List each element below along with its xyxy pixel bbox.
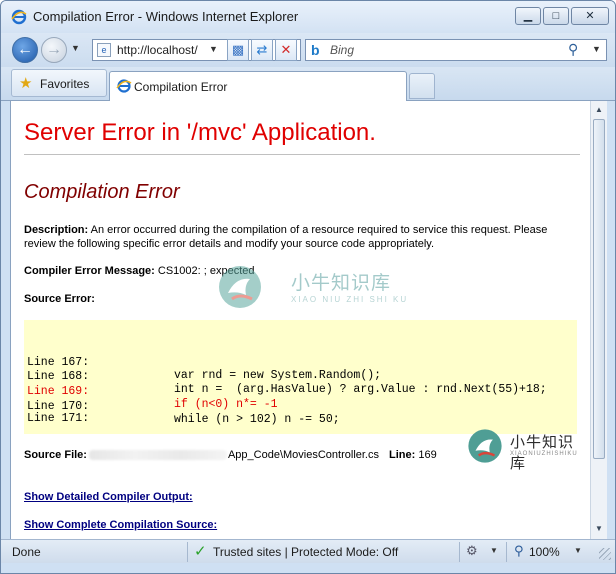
search-box[interactable]: b Bing ⚲ ▼ [305, 39, 607, 61]
status-divider [459, 542, 460, 562]
watermark-corner-text-en: XIAONIUZHISHIKU [510, 451, 578, 457]
manage-addons-icon[interactable]: ⚙ [466, 543, 478, 559]
divider [24, 154, 580, 155]
checkmark-icon: ✓ [194, 543, 207, 560]
bing-icon: b [311, 42, 320, 58]
forward-button[interactable]: → [41, 37, 67, 63]
browser-window: Compilation Error - Windows Internet Exp… [0, 0, 616, 574]
line-label: Line: [389, 449, 416, 461]
code-line: Line 167: var rnd = new System.Random(); [27, 343, 381, 382]
refresh-button[interactable]: ⇄ [251, 39, 273, 61]
code-line-error: Line 169: if (n<0) n*= -1 [27, 372, 278, 411]
favorites-button[interactable]: ★ Favorites [11, 69, 107, 97]
close-window-button[interactable]: ✕ [571, 7, 609, 25]
error-description: Description: An error occurred during th… [24, 223, 579, 251]
search-icon[interactable]: ⚲ [568, 41, 578, 58]
scroll-down-icon[interactable]: ▼ [592, 521, 606, 537]
status-bar: Done ✓ Trusted sites | Protected Mode: O… [1, 539, 615, 563]
zoom-dropdown-icon[interactable]: ▼ [574, 546, 582, 555]
line-code: if (n<0) n*= -1 [174, 398, 278, 411]
address-url[interactable]: http://localhost/ [117, 43, 198, 57]
line-number: Line 171: [27, 412, 90, 425]
address-dropdown-icon[interactable]: ▼ [209, 44, 218, 54]
zoom-icon[interactable]: ⚲ [514, 543, 524, 559]
show-detailed-compiler-output-link[interactable]: Show Detailed Compiler Output: [24, 491, 193, 503]
line-code: while (n > 102) n -= 50; [174, 413, 340, 426]
window-title: Compilation Error - Windows Internet Exp… [33, 9, 299, 24]
back-button[interactable]: ← [12, 37, 38, 63]
status-divider [506, 542, 507, 562]
new-tab-button[interactable] [409, 73, 435, 99]
code-line: Line 171: [27, 399, 89, 425]
compilation-error-heading: Compilation Error [24, 181, 180, 203]
description-label: Description: [24, 224, 89, 236]
search-placeholder[interactable]: Bing [330, 43, 354, 57]
ie-logo-icon [11, 9, 27, 25]
tab-label: Compilation Error [134, 80, 228, 94]
show-complete-compilation-source-link[interactable]: Show Complete Compilation Source: [24, 519, 217, 531]
description-text: An error occurred during the compilation… [24, 224, 548, 250]
server-error-heading: Server Error in '/mvc' Application. [24, 119, 376, 146]
source-error-label: Source Error: [24, 293, 95, 305]
star-icon: ★ [19, 75, 33, 92]
recent-pages-dropdown-icon[interactable]: ▼ [71, 43, 80, 53]
minimize-button[interactable]: ▁ [515, 7, 541, 25]
watermark-text-cn: 小牛知识库 [291, 273, 392, 294]
scrollbar-thumb[interactable] [593, 119, 605, 459]
page-content: Server Error in '/mvc' Application. Comp… [10, 101, 590, 539]
favorites-label: Favorites [40, 77, 90, 91]
stop-button[interactable]: ✕ [275, 39, 297, 61]
redacted-path [88, 450, 227, 461]
maximize-button[interactable]: □ [543, 7, 569, 25]
ie-tab-icon [116, 79, 132, 93]
line-code: int n = (arg.HasValue) ? arg.Value : rnd… [174, 383, 547, 396]
watermark-text-en: XIAO NIU ZHI SHI KU [291, 295, 409, 304]
addons-dropdown-icon[interactable]: ▼ [490, 546, 498, 555]
watermark-corner-logo-icon [468, 429, 502, 463]
vertical-scrollbar[interactable]: ▲ ▼ [590, 101, 607, 539]
navigation-bar: ← → ▼ e http://localhost/ ▼ ▩ ⇄ ✕ b Bing… [1, 33, 615, 67]
source-code-block: Line 167: var rnd = new System.Random();… [24, 320, 577, 434]
source-file-label: Source File: [24, 449, 87, 461]
source-file-path: App_Code\MoviesController.cs [227, 449, 379, 461]
scroll-up-icon[interactable]: ▲ [592, 102, 606, 118]
status-text: Done [12, 545, 41, 559]
compiler-message-label: Compiler Error Message: [24, 265, 155, 277]
resize-grip-icon[interactable] [599, 548, 611, 560]
zoom-level[interactable]: 100% [529, 545, 560, 559]
tab-compilation-error[interactable]: Compilation Error [109, 71, 407, 101]
watermark-logo-icon [219, 266, 261, 308]
search-dropdown-icon[interactable]: ▼ [592, 44, 601, 54]
code-line: Line 168: int n = (arg.HasValue) ? arg.V… [27, 357, 547, 396]
source-file-info: Source File: App_Code\MoviesController.cs… [24, 449, 437, 461]
favorites-bar: ★ Favorites Compilation Error [1, 67, 615, 101]
security-zone[interactable]: Trusted sites | Protected Mode: Off [213, 545, 398, 559]
status-divider [187, 542, 188, 562]
compatibility-view-button[interactable]: ▩ [227, 39, 249, 61]
page-icon: e [97, 43, 111, 57]
watermark-corner: 小牛知识库 XIAONIUZHISHIKU [466, 427, 586, 472]
line-code: var rnd = new System.Random(); [174, 369, 382, 382]
line-value: 169 [415, 449, 437, 461]
watermark: 小牛知识库 XIAO NIU ZHI SHI KU [216, 263, 416, 313]
title-bar: Compilation Error - Windows Internet Exp… [1, 1, 615, 33]
